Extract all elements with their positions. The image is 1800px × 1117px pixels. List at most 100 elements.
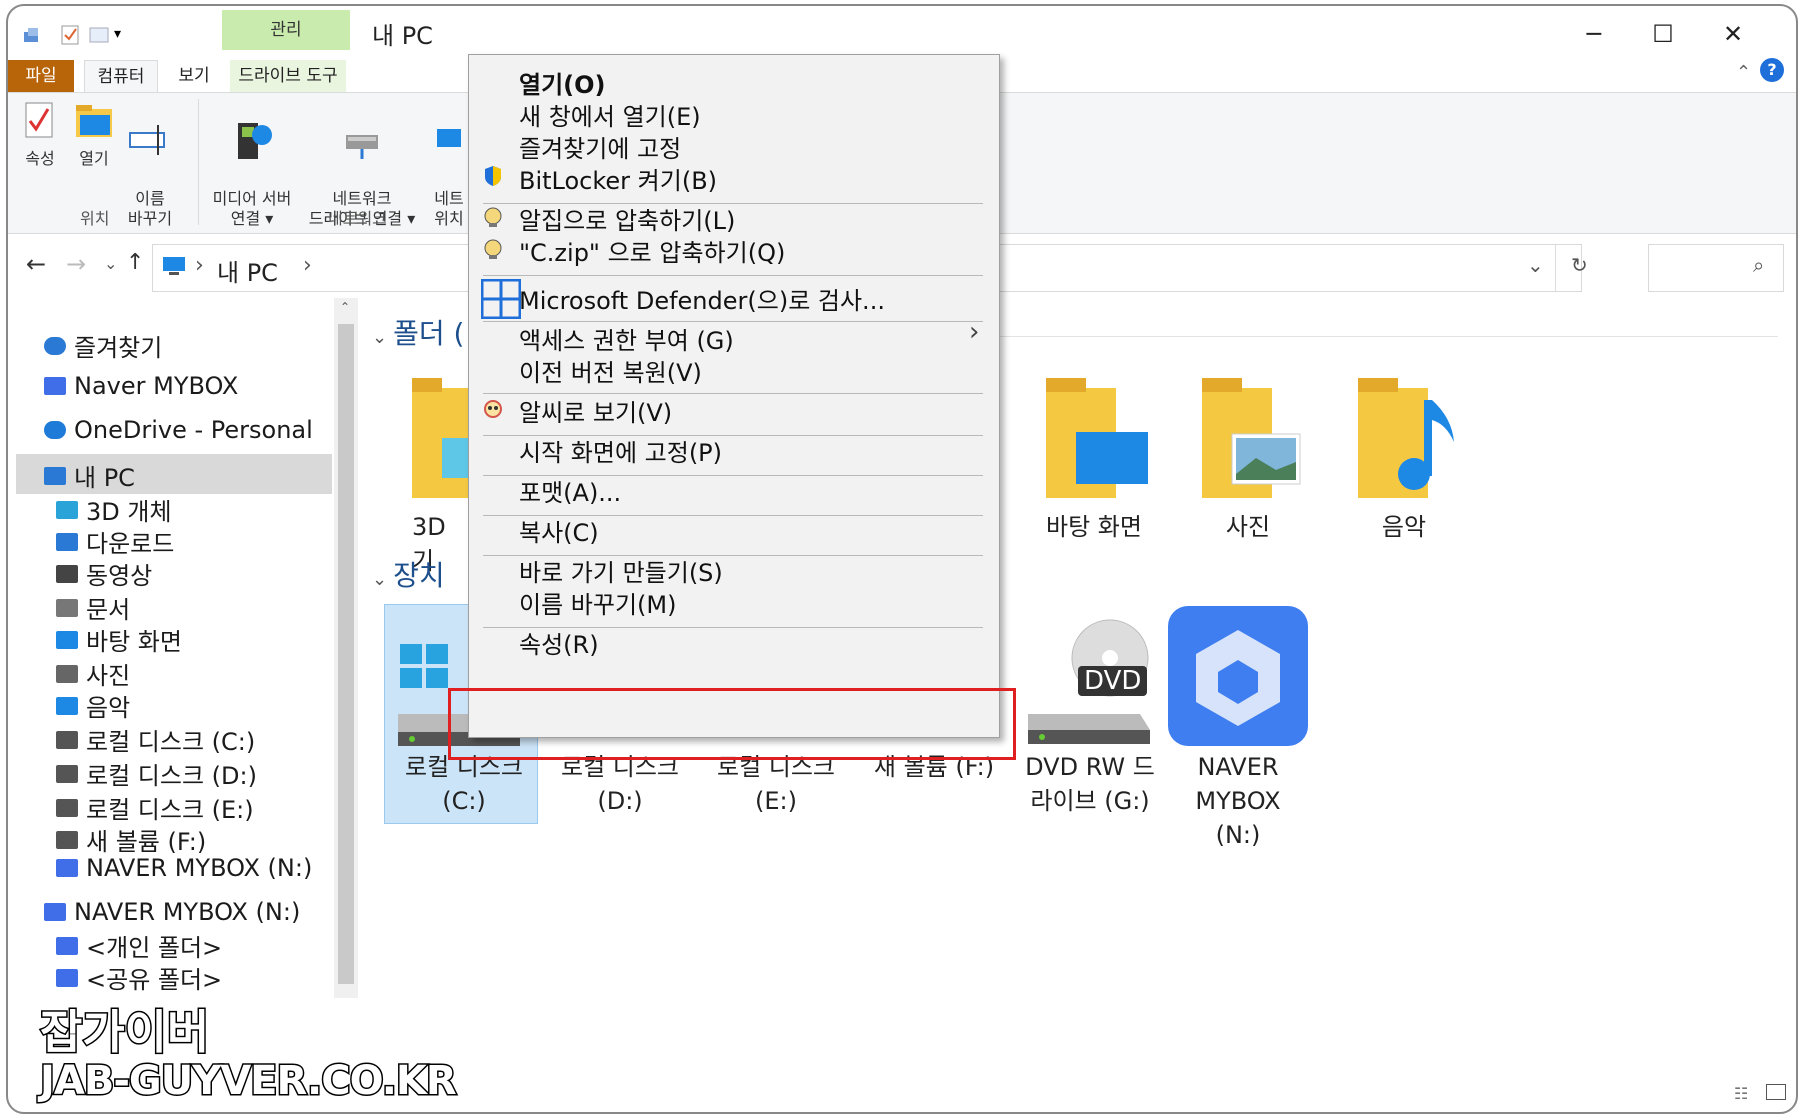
folder-desktop-icon[interactable] xyxy=(1040,378,1152,502)
menu-open-new-window[interactable]: 새 창에서 열기(E) xyxy=(519,97,701,132)
tab-file[interactable]: 파일 xyxy=(8,60,74,92)
forward-button[interactable]: → xyxy=(66,250,86,278)
ribbon-media-server-button[interactable]: 미디어 서버 연결 ▾ xyxy=(204,99,300,229)
menu-properties[interactable]: 속성(R) xyxy=(519,625,599,660)
ribbon-network-location-label: 네트 위치 xyxy=(434,189,464,228)
nav-item[interactable]: 바탕 화면 xyxy=(56,622,182,657)
folder-music-icon[interactable] xyxy=(1352,378,1464,502)
nav-item[interactable]: 로컬 디스크 (C:) xyxy=(56,722,255,757)
nav-item[interactable]: OneDrive - Personal xyxy=(44,416,313,444)
large-icons-view-icon[interactable] xyxy=(1766,1084,1786,1100)
folder-music-label[interactable]: 음악 xyxy=(1334,510,1474,544)
scroll-up-icon[interactable]: ⌃ xyxy=(340,300,350,314)
menu-bitlocker[interactable]: BitLocker 켜기(B) xyxy=(519,161,717,196)
nav-item[interactable]: 사진 xyxy=(56,656,130,691)
back-button[interactable]: ← xyxy=(26,250,46,278)
collapse-ribbon-icon[interactable]: ⌃ xyxy=(1736,62,1751,83)
device-n-label[interactable]: NAVER MYBOX (N:) xyxy=(1162,750,1314,852)
menu-rename[interactable]: 이름 바꾸기(M) xyxy=(519,585,676,620)
properties-qat-icon[interactable] xyxy=(22,24,44,46)
manage-contextual-header: 관리 xyxy=(222,10,350,50)
maximize-button[interactable]: ☐ xyxy=(1638,20,1688,48)
recent-locations-dropdown[interactable]: ⌄ xyxy=(104,254,117,273)
ribbon-open-label: 열기 xyxy=(79,149,109,168)
menu-copy[interactable]: 복사(C) xyxy=(519,513,599,548)
folder-desktop-label[interactable]: 바탕 화면 xyxy=(1024,510,1164,544)
menu-open[interactable]: 열기(O) xyxy=(519,65,606,100)
nav-item[interactable]: 새 볼륨 (F:) xyxy=(56,822,206,857)
folder-3d-icon[interactable] xyxy=(412,378,468,502)
ribbon-network-location-button[interactable]: 네트 위치 xyxy=(426,99,472,229)
nav-item[interactable]: 로컬 디스크 (E:) xyxy=(56,790,254,825)
up-button[interactable]: ↑ xyxy=(126,250,144,275)
menu-pin-quick-access[interactable]: 즐겨찾기에 고정 xyxy=(519,129,681,164)
device-g-label[interactable]: DVD RW 드 라이브 (G:) xyxy=(1014,750,1166,818)
qat-dropdown-icon[interactable]: ▾ xyxy=(114,26,136,48)
nav-item[interactable]: 즐겨찾기 xyxy=(44,328,162,363)
nav-item[interactable]: 로컬 디스크 (D:) xyxy=(56,756,257,791)
nav-item[interactable]: 음악 xyxy=(56,688,130,723)
ribbon-properties-button[interactable]: 속성 xyxy=(14,99,66,169)
menu-defender-scan[interactable]: Microsoft Defender(으)로 검사... xyxy=(519,281,885,316)
device-d-label[interactable]: 로컬 디스크 (D:) xyxy=(544,750,696,818)
nav-item[interactable]: <개인 폴더> xyxy=(56,928,222,963)
device-c-label[interactable]: 로컬 디스크 (C:) xyxy=(388,750,540,818)
search-box[interactable]: ⌕ xyxy=(1648,244,1784,292)
address-crumb-this-pc[interactable]: 내 PC xyxy=(217,253,278,288)
tab-view[interactable]: 보기 xyxy=(166,60,222,92)
menu-format[interactable]: 포맷(A)... xyxy=(519,473,621,508)
menu-pin-start[interactable]: 시작 화면에 고정(P) xyxy=(519,433,722,468)
address-dropdown-icon[interactable]: ⌄ xyxy=(1527,253,1544,277)
nav-item[interactable]: NAVER MYBOX (N:) xyxy=(44,898,300,926)
folder-pictures-label[interactable]: 사진 xyxy=(1178,510,1318,544)
search-icon[interactable]: ⌕ xyxy=(1753,253,1764,277)
nav-item[interactable]: <공유 폴더> xyxy=(56,960,222,995)
alsee-icon xyxy=(483,399,503,419)
checkmark-qat-icon[interactable] xyxy=(60,24,82,46)
folders-header-label: 폴더 ( xyxy=(393,317,465,350)
device-e-label[interactable]: 로컬 디스크 (E:) xyxy=(700,750,852,818)
nav-item-label: 바탕 화면 xyxy=(86,628,182,656)
folders-section-header[interactable]: ⌄ 폴더 ( xyxy=(372,312,464,352)
properties-highlight-box xyxy=(448,688,1016,760)
nav-item[interactable]: NAVER MYBOX (N:) xyxy=(56,854,312,882)
nav-item[interactable]: 내 PC xyxy=(44,458,135,493)
address-separator-end[interactable]: › xyxy=(303,253,312,278)
nav-item-label: 음악 xyxy=(86,694,131,722)
close-button[interactable]: ✕ xyxy=(1708,20,1758,48)
menu-alzip-compress[interactable]: 알집으로 압축하기(L) xyxy=(519,201,735,236)
dvd-drive-icon[interactable]: DVD xyxy=(1020,618,1160,748)
devices-section-header[interactable]: ⌄ 장치 xyxy=(372,554,445,594)
nav-item[interactable]: 다운로드 xyxy=(56,524,174,559)
menu-give-access[interactable]: 액세스 권한 부여 (G) xyxy=(519,321,734,356)
naver-mybox-drive-icon[interactable] xyxy=(1168,606,1308,746)
menu-compress-to-zip[interactable]: "C.zip" 으로 압축하기(Q) xyxy=(519,233,785,268)
open-folder-icon xyxy=(72,99,116,143)
window-title: 내 PC xyxy=(372,22,433,50)
menu-restore-previous[interactable]: 이전 버전 복원(V) xyxy=(519,353,702,388)
folder-pictures-icon[interactable] xyxy=(1196,378,1308,502)
refresh-icon[interactable]: ↻ xyxy=(1571,253,1588,277)
ribbon-rename-button[interactable]: 이름 바꾸기 xyxy=(120,99,180,229)
nav-item[interactable]: 문서 xyxy=(56,590,130,625)
nav-scrollbar[interactable]: ⌃ xyxy=(334,298,358,998)
minimize-button[interactable]: ─ xyxy=(1569,20,1619,48)
help-button[interactable]: ? xyxy=(1760,58,1784,82)
nav-item-label: NAVER MYBOX (N:) xyxy=(86,854,313,882)
ribbon-open-button[interactable]: 열기 xyxy=(68,99,120,169)
menu-alsee-view[interactable]: 알씨로 보기(V) xyxy=(519,393,672,428)
address-separator: › xyxy=(195,253,204,278)
nav-item-label: 사진 xyxy=(86,662,131,690)
nav-item[interactable]: Naver MYBOX xyxy=(44,372,238,400)
details-view-icon[interactable]: ☷ xyxy=(1734,1084,1748,1103)
tab-drive-tools[interactable]: 드라이브 도구 xyxy=(230,60,346,92)
folder-qat-icon[interactable] xyxy=(88,24,110,46)
media-server-icon xyxy=(230,119,274,163)
nav-scroll-thumb[interactable] xyxy=(338,324,354,984)
nav-item[interactable]: 동영상 xyxy=(56,556,152,591)
nav-item[interactable]: 3D 개체 xyxy=(56,492,172,527)
tab-computer[interactable]: 컴퓨터 xyxy=(84,60,158,94)
nav-item-label: <공유 폴더> xyxy=(86,966,223,994)
cube-icon xyxy=(56,500,78,519)
menu-create-shortcut[interactable]: 바로 가기 만들기(S) xyxy=(519,553,723,588)
